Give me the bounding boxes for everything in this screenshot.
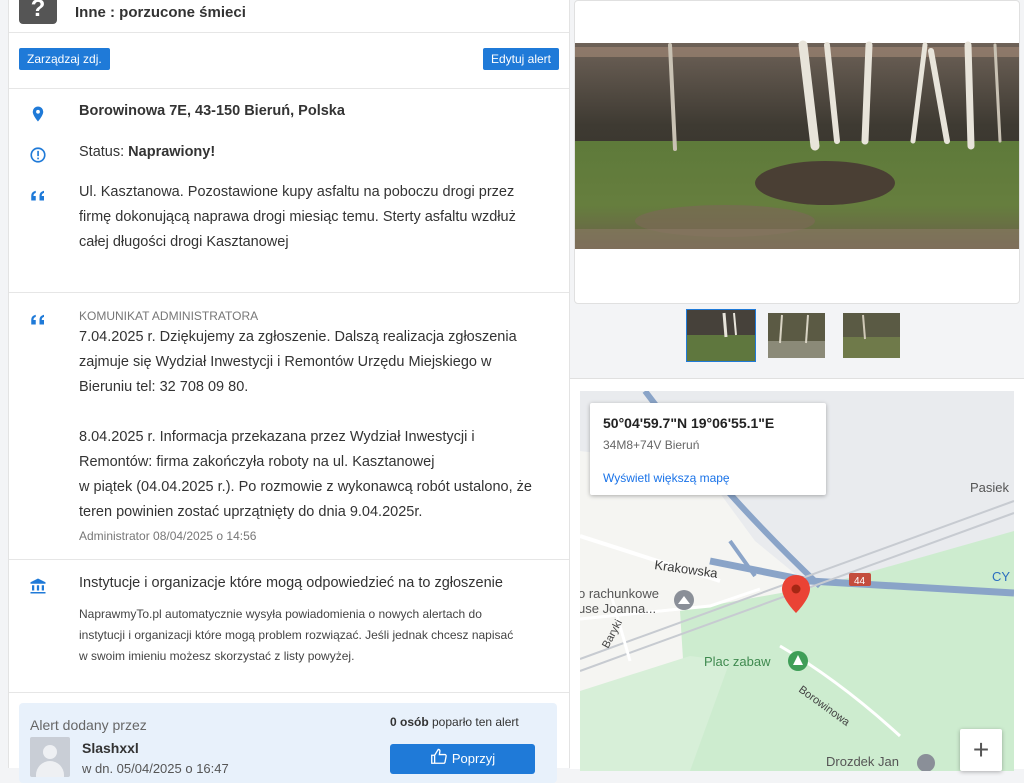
place-label: Pasiek <box>970 480 1010 495</box>
note-line: NaprawmyTo.pl automatycznie wysyła powia… <box>79 607 482 621</box>
supporters-suffix: poparło ten alert <box>428 715 519 729</box>
author-date: w dn. 05/04/2025 o 16:47 <box>82 761 229 776</box>
alert-status: Status: Naprawiony! <box>79 140 215 165</box>
supporters-number: 0 osób <box>390 715 429 729</box>
location-pin-icon <box>32 106 44 122</box>
description-line: firmę dokonującą naprawa drogi miesiąc t… <box>79 209 516 225</box>
admin-signature: Administrator 08/04/2025 o 14:56 <box>79 529 257 543</box>
avatar <box>30 737 70 777</box>
admin-message: KOMUNIKAT ADMINISTRATORA 7.04.2025 r. Dz… <box>79 307 532 547</box>
map-coordinates: 50°04'59.7"N 19°06'55.1"E <box>603 415 775 431</box>
supporters-count: 0 osób poparło ten alert <box>390 715 519 729</box>
admin-line: Bieruniu tel: 32 708 09 80. <box>79 379 249 395</box>
institution-icon <box>30 578 46 594</box>
alert-description: Ul. Kasztanowa. Pozostawione kupy asfalt… <box>79 180 516 255</box>
larger-map-link[interactable]: Wyświetl większą mapę <box>603 471 730 485</box>
admin-line: teren powinien zostać uprzątnięty do dni… <box>79 504 423 520</box>
description-line: Ul. Kasztanowa. Pozostawione kupy asfalt… <box>79 184 515 200</box>
support-button[interactable]: Poprzyj <box>390 744 535 774</box>
alert-info-section: Borowinowa 7E, 43-150 Bieruń, Polska Sta… <box>9 89 569 293</box>
poi-label: use Joanna... <box>580 601 656 616</box>
poi-label: o rachunkowe <box>580 586 659 601</box>
admin-line: w piątek (04.04.2025 r.). Po rozmowie z … <box>79 479 532 495</box>
note-line: w swoim imieniu możesz skorzystać z list… <box>79 649 355 663</box>
admin-label: KOMUNIKAT ADMINISTRATORA <box>79 309 259 323</box>
note-line: instytucji i organizacji które mogą prob… <box>79 628 514 642</box>
quote-icon <box>31 190 44 201</box>
poi-label: Plac zabaw <box>704 654 771 669</box>
manage-photos-button[interactable]: Zarządzaj zdj. <box>19 48 110 70</box>
institutions-section: Instytucje i organizacje które mogą odpo… <box>9 560 569 693</box>
author-label: Alert dodany przez <box>30 717 147 733</box>
main-photo[interactable] <box>575 1 1019 303</box>
status-value: Naprawiony! <box>128 144 216 160</box>
media-panel: Krakowska 44 o rachunkowe use Joanna... … <box>570 0 1024 771</box>
alert-address: Borowinowa 7E, 43-150 Bieruń, Polska <box>79 103 345 119</box>
alert-details-panel: ? Inne : porzucone śmieci Zarządzaj zdj.… <box>8 0 570 783</box>
description-line: całej długości drogi Kasztanowej <box>79 234 289 250</box>
category-text: Inne : porzucone śmieci <box>75 4 246 21</box>
admin-line: 7.04.2025 r. Dziękujemy za zgłoszenie. D… <box>79 329 517 345</box>
road-number: 44 <box>854 576 866 587</box>
admin-message-section: KOMUNIKAT ADMINISTRATORA 7.04.2025 r. Dz… <box>9 293 569 560</box>
poi-label: Drozdek Jan <box>826 754 899 769</box>
place-label: CY <box>992 569 1010 584</box>
actions-row: Zarządzaj zdj. Edytuj alert <box>9 33 569 89</box>
admin-line: Remontów: firma zakończyła roboty na ul.… <box>79 454 435 470</box>
status-alert-icon <box>30 147 46 163</box>
photo-thumbnail[interactable] <box>843 313 900 358</box>
admin-line: 8.04.2025 r. Informacja przekazana przez… <box>79 429 475 445</box>
support-label: Poprzyj <box>451 751 496 766</box>
author-box: Alert dodany przez Slashxxl w dn. 05/04/… <box>19 703 557 783</box>
map-info-card: 50°04'59.7"N 19°06'55.1"E 34M8+74V Bieru… <box>590 403 826 495</box>
photo-thumbnail[interactable] <box>686 309 756 362</box>
map-card: Krakowska 44 o rachunkowe use Joanna... … <box>570 378 1024 771</box>
map-pluscode: 34M8+74V Bieruń <box>603 438 700 452</box>
edit-alert-button[interactable]: Edytuj alert <box>482 48 559 70</box>
admin-line: zajmuje się Wydział Inwestycji i Remontó… <box>79 354 492 370</box>
photo-card <box>574 0 1020 304</box>
zoom-in-button[interactable]: + <box>960 729 1002 771</box>
quote-icon <box>31 314 44 325</box>
category-row: ? Inne : porzucone śmieci <box>9 0 569 33</box>
question-icon: ? <box>19 0 57 24</box>
institutions-title: Instytucje i organizacje które mogą odpo… <box>79 575 503 591</box>
status-label: Status: <box>79 144 129 160</box>
institutions-note: NaprawmyTo.pl automatycznie wysyła powia… <box>79 604 513 667</box>
photo-thumbnail[interactable] <box>768 313 825 358</box>
admin-line <box>79 400 532 425</box>
thumbs-up-icon <box>430 745 448 775</box>
author-name[interactable]: Slashxxl <box>82 740 139 756</box>
